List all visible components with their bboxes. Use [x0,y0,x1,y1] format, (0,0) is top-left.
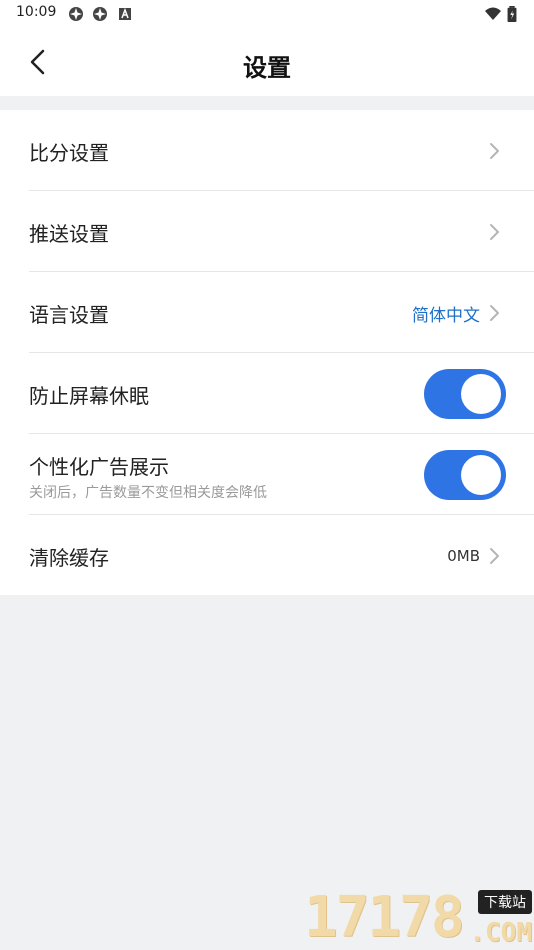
push-settings-row[interactable]: 推送设置 [0,191,534,272]
keep-screen-on-row: 防止屏幕休眠 [0,353,534,434]
chevron-right-icon [490,224,499,240]
language-settings-label: 语言设置 [29,303,109,327]
clear-cache-row[interactable]: 清除缓存 0MB [0,515,534,596]
language-settings-row[interactable]: 语言设置 简体中文 [0,272,534,353]
watermark-suffix: .COM [469,918,532,948]
watermark-badge: 下载站 [478,890,532,914]
cache-size-value: 0MB [447,547,480,565]
watermark-logo: 17178 下载站 .COM [304,885,534,950]
personalized-ads-label: 个性化广告展示 [29,455,169,479]
score-settings-label: 比分设置 [29,141,109,165]
wifi-icon [485,7,501,20]
watermark-digits: 17178 [304,885,465,950]
battery-icon [507,6,517,22]
keep-screen-on-toggle[interactable] [424,369,506,419]
personalized-ads-row: 个性化广告展示 关闭后，广告数量不变但相关度会降低 [0,434,534,515]
toggle-knob [461,455,501,495]
status-time: 10:09 [16,4,57,20]
chevron-right-icon [490,143,499,159]
push-settings-label: 推送设置 [29,222,109,246]
clear-cache-label: 清除缓存 [29,546,109,570]
app-notification-icon [69,7,83,21]
language-value: 简体中文 [412,306,480,326]
app-notification-icon [93,7,107,21]
chevron-right-icon [490,305,499,321]
score-settings-row[interactable]: 比分设置 [0,110,534,191]
personalized-ads-toggle[interactable] [424,450,506,500]
status-bar: 10:09 [0,0,534,28]
toggle-knob [461,374,501,414]
a-box-icon [119,7,131,20]
personalized-ads-description: 关闭后，广告数量不变但相关度会降低 [29,485,267,501]
page-title: 设置 [243,54,291,82]
settings-list: 比分设置 推送设置 语言设置 简体中文 防止屏幕休眠 个性化广告展示 关闭后，广… [0,110,534,595]
chevron-right-icon [490,548,499,564]
header-bar: 设置 [0,28,534,96]
keep-screen-on-label: 防止屏幕休眠 [29,384,149,408]
